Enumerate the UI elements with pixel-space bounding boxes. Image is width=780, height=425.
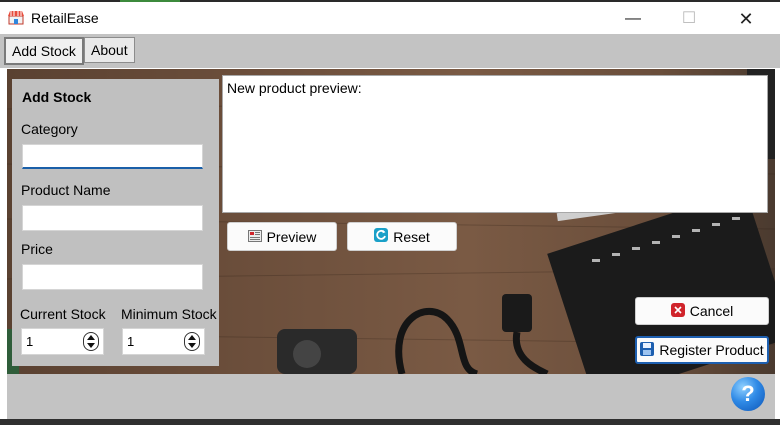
tab-add-stock[interactable]: Add Stock — [4, 37, 84, 65]
current-stock-stepper[interactable]: 1 — [21, 328, 104, 355]
price-field[interactable] — [22, 264, 203, 290]
minimize-button[interactable]: — — [610, 4, 656, 34]
tab-about[interactable]: About — [84, 37, 135, 63]
category-field[interactable] — [22, 144, 203, 169]
tab-bar: Add Stock About — [0, 34, 780, 68]
cancel-icon — [670, 302, 685, 320]
maximize-button[interactable]: ☐ — [666, 4, 712, 34]
register-product-button[interactable]: Register Product — [635, 336, 769, 364]
minimum-stock-value: 1 — [127, 334, 135, 349]
current-stock-value: 1 — [26, 334, 34, 349]
preview-button-label: Preview — [266, 228, 317, 245]
save-icon — [640, 341, 655, 359]
price-label: Price — [21, 241, 53, 257]
close-button[interactable]: ✕ — [723, 4, 769, 34]
cancel-button[interactable]: Cancel — [635, 297, 769, 325]
refresh-icon — [374, 228, 389, 245]
category-label: Category — [21, 121, 78, 137]
store-icon — [8, 10, 24, 25]
window-title: RetailEase — [31, 10, 99, 26]
product-preview-area[interactable]: New product preview: — [222, 75, 768, 213]
bottom-edge — [0, 419, 780, 425]
stepper-arrows-icon[interactable] — [184, 332, 200, 351]
reset-button[interactable]: Reset — [347, 222, 457, 251]
product-name-field[interactable] — [22, 205, 203, 231]
status-bar — [7, 374, 775, 419]
add-stock-panel: Add Stock Category Product Name Price Cu… — [12, 79, 219, 366]
cancel-button-label: Cancel — [689, 303, 734, 319]
minimum-stock-label: Minimum Stock — [121, 306, 217, 322]
register-button-label: Register Product — [659, 342, 764, 358]
preview-text: New product preview: — [227, 80, 362, 96]
preview-icon — [247, 229, 262, 245]
title-bar: RetailEase — ☐ ✕ — [0, 2, 780, 34]
help-button[interactable]: ? — [731, 377, 765, 411]
reset-button-label: Reset — [393, 228, 430, 245]
product-name-label: Product Name — [21, 182, 111, 198]
minimum-stock-stepper[interactable]: 1 — [122, 328, 205, 355]
preview-button[interactable]: Preview — [227, 222, 337, 251]
stepper-arrows-icon[interactable] — [83, 332, 99, 351]
panel-title: Add Stock — [22, 89, 92, 105]
current-stock-label: Current Stock — [20, 306, 106, 322]
